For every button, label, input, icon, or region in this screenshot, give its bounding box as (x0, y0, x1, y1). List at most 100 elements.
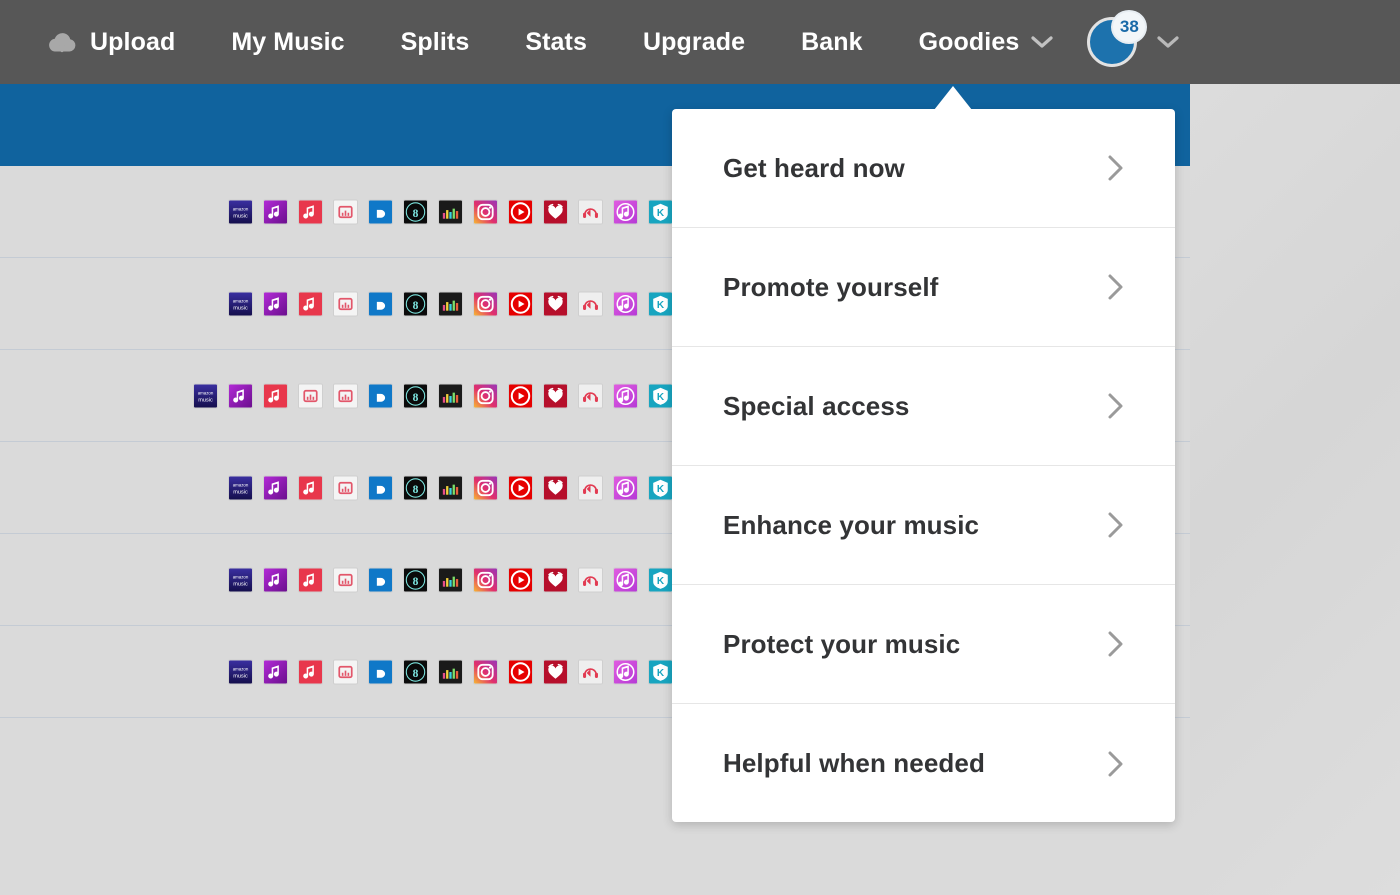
medianet-icon[interactable] (333, 199, 358, 224)
nav-item-splits[interactable]: Splits (401, 28, 470, 57)
amazon-music-icon[interactable]: amazonmusic (228, 567, 253, 592)
youtube-music-icon[interactable] (508, 383, 533, 408)
apple-music-icon[interactable] (298, 567, 323, 592)
kkbox-icon[interactable]: K (648, 383, 673, 408)
anghami-icon[interactable] (263, 291, 288, 316)
nav-item-stats[interactable]: Stats (525, 28, 587, 57)
boomplay-icon[interactable] (368, 199, 393, 224)
iheartradio-icon[interactable] (543, 291, 568, 316)
deezer-headphones-icon[interactable] (578, 199, 603, 224)
instagram-icon[interactable] (473, 199, 498, 224)
deezer-headphones-icon[interactable] (578, 475, 603, 500)
medianet-icon[interactable] (333, 383, 358, 408)
bandcamp-icon[interactable]: 8 (403, 199, 428, 224)
kkbox-icon[interactable]: K (648, 567, 673, 592)
deezer-headphones-icon[interactable] (578, 383, 603, 408)
svg-text:music: music (233, 305, 248, 311)
chevron-down-icon[interactable] (1157, 35, 1179, 49)
dropdown-item-helpful-when-needed[interactable]: Helpful when needed (672, 704, 1175, 823)
itunes-icon[interactable] (613, 383, 638, 408)
instagram-icon[interactable] (473, 383, 498, 408)
deezer-headphones-icon[interactable] (578, 659, 603, 684)
dropdown-item-promote-yourself[interactable]: Promote yourself (672, 228, 1175, 347)
amazon-music-icon[interactable]: amazonmusic (193, 383, 218, 408)
bandcamp-icon[interactable]: 8 (403, 659, 428, 684)
bandcamp-icon[interactable]: 8 (403, 567, 428, 592)
youtube-music-icon[interactable] (508, 567, 533, 592)
dropdown-item-protect-your-music[interactable]: Protect your music (672, 585, 1175, 704)
boomplay-icon[interactable] (368, 659, 393, 684)
boomplay-icon[interactable] (368, 475, 393, 500)
medianet-icon[interactable] (333, 659, 358, 684)
medianet-icon[interactable] (298, 383, 323, 408)
beatport-icon[interactable] (438, 383, 463, 408)
apple-music-icon[interactable] (298, 291, 323, 316)
instagram-icon[interactable] (473, 659, 498, 684)
apple-music-icon[interactable] (298, 659, 323, 684)
boomplay-icon[interactable] (368, 291, 393, 316)
bandcamp-icon[interactable]: 8 (403, 383, 428, 408)
deezer-headphones-icon[interactable] (578, 567, 603, 592)
anghami-icon[interactable] (263, 199, 288, 224)
itunes-icon[interactable] (613, 475, 638, 500)
store-icon-glyph: K (649, 568, 672, 591)
store-icon-glyph (544, 660, 567, 683)
beatport-icon[interactable] (438, 659, 463, 684)
kkbox-icon[interactable]: K (648, 659, 673, 684)
nav-item-my-music[interactable]: My Music (231, 28, 344, 57)
kkbox-icon[interactable]: K (648, 199, 673, 224)
anghami-icon[interactable] (263, 659, 288, 684)
instagram-icon[interactable] (473, 567, 498, 592)
nav-item-goodies[interactable]: Goodies (919, 28, 1054, 57)
nav-item-upgrade[interactable]: Upgrade (643, 28, 745, 57)
medianet-icon[interactable] (333, 291, 358, 316)
amazon-music-icon[interactable]: amazonmusic (228, 291, 253, 316)
iheartradio-icon[interactable] (543, 567, 568, 592)
dropdown-item-get-heard-now[interactable]: Get heard now (672, 109, 1175, 228)
apple-music-icon[interactable] (263, 383, 288, 408)
beatport-icon[interactable] (438, 567, 463, 592)
iheartradio-icon[interactable] (543, 199, 568, 224)
boomplay-icon[interactable] (368, 383, 393, 408)
youtube-music-icon[interactable] (508, 475, 533, 500)
beatport-icon[interactable] (438, 291, 463, 316)
beatport-icon[interactable] (438, 199, 463, 224)
iheartradio-icon[interactable] (543, 383, 568, 408)
deezer-headphones-icon[interactable] (578, 291, 603, 316)
anghami-icon[interactable] (263, 567, 288, 592)
youtube-music-icon[interactable] (508, 291, 533, 316)
anghami-icon[interactable] (263, 475, 288, 500)
account-menu-button[interactable]: 38 (1087, 17, 1179, 67)
medianet-icon[interactable] (333, 475, 358, 500)
dropdown-item-special-access[interactable]: Special access (672, 347, 1175, 466)
itunes-icon[interactable] (613, 291, 638, 316)
notification-badge[interactable]: 38 (1111, 10, 1147, 44)
youtube-music-icon[interactable] (508, 659, 533, 684)
dropdown-item-enhance-your-music[interactable]: Enhance your music (672, 466, 1175, 585)
medianet-icon[interactable] (333, 567, 358, 592)
youtube-music-icon[interactable] (508, 199, 533, 224)
iheartradio-icon[interactable] (543, 475, 568, 500)
iheartradio-icon[interactable] (543, 659, 568, 684)
nav-item-upload[interactable]: Upload (46, 28, 175, 57)
avatar[interactable]: 38 (1087, 17, 1137, 67)
beatport-icon[interactable] (438, 475, 463, 500)
amazon-music-icon[interactable]: amazonmusic (228, 659, 253, 684)
bandcamp-icon[interactable]: 8 (403, 291, 428, 316)
itunes-icon[interactable] (613, 567, 638, 592)
itunes-icon[interactable] (613, 199, 638, 224)
amazon-music-icon[interactable]: amazonmusic (228, 475, 253, 500)
kkbox-icon[interactable]: K (648, 291, 673, 316)
instagram-icon[interactable] (473, 291, 498, 316)
kkbox-icon[interactable]: K (648, 475, 673, 500)
itunes-icon[interactable] (613, 659, 638, 684)
nav-item-bank[interactable]: Bank (801, 28, 863, 57)
apple-music-icon[interactable] (298, 199, 323, 224)
apple-music-icon[interactable] (298, 475, 323, 500)
instagram-icon[interactable] (473, 475, 498, 500)
amazon-music-icon[interactable]: amazonmusic (228, 199, 253, 224)
bandcamp-icon[interactable]: 8 (403, 475, 428, 500)
anghami-icon[interactable] (228, 383, 253, 408)
boomplay-icon[interactable] (368, 567, 393, 592)
chevron-down-icon[interactable] (1031, 35, 1053, 49)
